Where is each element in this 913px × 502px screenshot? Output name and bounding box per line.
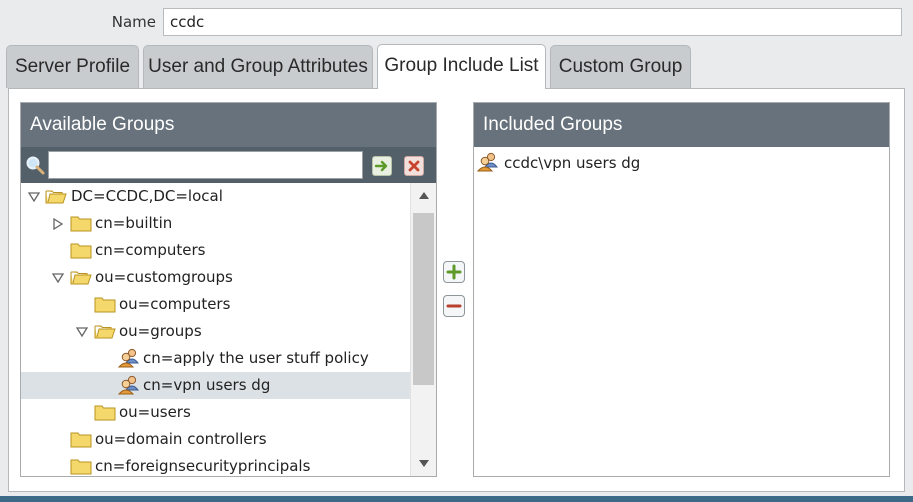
scroll-up-icon[interactable] [418,190,430,200]
plus-icon [446,264,462,280]
folder-open-icon [94,325,116,339]
remove-group-button[interactable] [443,295,465,317]
tree-row-label: ou=users [119,403,191,421]
included-group-label: ccdc\vpn users dg [504,154,641,172]
tab-server-profile[interactable]: Server Profile [6,45,139,88]
group-tree: DC=CCDC,DC=local cn=builtin cn=computers… [21,183,410,476]
tree-row-label: ou=customgroups [95,268,233,286]
search-bar [21,147,436,183]
tab-group-include-list[interactable]: Group Include List [377,44,546,89]
add-group-button[interactable] [443,261,465,283]
tree-row-label: ou=groups [119,322,202,340]
folder-icon [70,243,92,259]
tree-scrollbar[interactable] [410,183,436,476]
tree-row-dc-root[interactable]: DC=CCDC,DC=local [21,183,410,210]
folder-icon [94,405,116,421]
user-group-icon [118,348,140,368]
tree-row-label: cn=vpn users dg [143,376,271,394]
name-input[interactable] [163,8,902,36]
user-group-icon [118,375,140,395]
included-groups-title: Included Groups [474,103,889,147]
search-clear-button[interactable] [404,156,424,176]
tree-row-label: cn=builtin [95,214,173,232]
close-icon [408,160,420,172]
tree-row-label: ou=computers [119,295,231,313]
tree-row-label: cn=apply the user stuff policy [143,349,369,367]
folder-icon [94,297,116,313]
tab-bar: Server Profile User and Group Attributes… [0,44,913,89]
tree-row-builtin[interactable]: cn=builtin [21,210,410,237]
tree-row-label: DC=CCDC,DC=local [71,187,223,205]
folder-icon [70,216,92,232]
tree-row-label: cn=computers [95,241,206,259]
tree-row-ou-computers[interactable]: ou=computers [21,291,410,318]
tree-row-customgroups[interactable]: ou=customgroups [21,264,410,291]
folder-icon [70,459,92,475]
expand-down-icon[interactable] [52,272,64,284]
name-label: Name [111,13,156,31]
search-input[interactable] [48,151,363,179]
tab-user-and-group-attributes[interactable]: User and Group Attributes [143,45,373,88]
bottom-accent-bar [0,496,913,502]
tree-row-label: cn=foreignsecurityprincipals [95,457,311,475]
tab-content: Available Groups DC=CCDC,DC=local cn=bui… [8,88,905,492]
tree-row-foreignsecurityprincipals[interactable]: cn=foreignsecurityprincipals [21,453,410,476]
scroll-down-icon[interactable] [418,459,430,469]
folder-open-icon [45,190,67,204]
tree-row-apply-policy[interactable]: cn=apply the user stuff policy [21,345,410,372]
tree-row-vpn-users-dg[interactable]: cn=vpn users dg [21,372,410,399]
minus-icon [446,304,462,308]
expand-down-icon[interactable] [28,191,40,203]
scrollbar-thumb[interactable] [413,213,434,385]
tree-row-label: ou=domain controllers [95,430,267,448]
tree-row-computers[interactable]: cn=computers [21,237,410,264]
arrow-right-icon [374,160,388,172]
included-group-item[interactable]: ccdc\vpn users dg [474,149,889,177]
search-icon [26,156,45,175]
folder-icon [70,432,92,448]
available-groups-title: Available Groups [21,103,436,147]
folder-open-icon [70,271,92,285]
included-groups-panel: Included Groups ccdc\vpn users dg [473,102,890,477]
name-row: Name [0,6,913,38]
expand-down-icon[interactable] [76,326,88,338]
tree-row-groups[interactable]: ou=groups [21,318,410,345]
expand-right-icon[interactable] [52,218,64,230]
tree-row-ou-users[interactable]: ou=users [21,399,410,426]
search-go-button[interactable] [372,156,392,176]
user-group-icon [477,152,499,172]
tree-row-domain-controllers[interactable]: ou=domain controllers [21,426,410,453]
tab-custom-group[interactable]: Custom Group [550,45,691,88]
available-groups-panel: Available Groups DC=CCDC,DC=local cn=bui… [20,102,437,477]
